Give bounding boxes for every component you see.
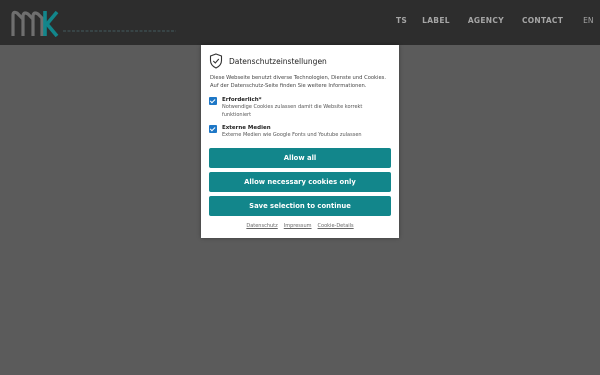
option-description: Notwendige Cookies zulassen damit die We… [222,104,363,118]
cookie-consent-dialog: Datenschutzeinstellungen Diese Webseite … [201,45,399,238]
language-label: EN [583,16,594,25]
shield-check-icon [209,53,223,69]
allow-necessary-button[interactable]: Allow necessary cookies only [209,172,391,192]
nav-item-contact[interactable]: CONTACT [522,16,563,25]
nav-item-partial[interactable]: TS [396,16,407,25]
imprint-link[interactable]: Impressum [284,223,312,229]
save-selection-button[interactable]: Save selection to continue [209,196,391,216]
option-title: Erforderlich* [222,97,262,103]
option-external-media: Externe Medien Externe Medien wie Google… [209,124,391,140]
required-checkbox[interactable] [209,97,217,105]
external-media-checkbox[interactable] [209,125,217,133]
option-description: Externe Medien wie Google Fonts und Yout… [222,132,362,138]
dialog-footer-links: Datenschutz Impressum Cookie-Details [201,223,399,229]
cookie-details-link[interactable]: Cookie-Details [318,223,354,229]
nav-item-label[interactable]: LABEL [422,16,450,25]
main-nav: TS LABEL AGENCY CONTACT EN [396,16,600,25]
option-required: Erforderlich* Notwendige Cookies zulasse… [209,96,391,119]
allow-all-button[interactable]: Allow all [209,148,391,168]
dialog-header: Datenschutzeinstellungen [209,53,327,69]
language-switcher[interactable]: EN [583,16,600,25]
site-header: TS LABEL AGENCY CONTACT EN [0,0,600,45]
logo-graphic [11,10,176,37]
nav-item-agency[interactable]: AGENCY [468,16,504,25]
option-title: Externe Medien [222,125,271,131]
site-logo[interactable] [11,9,181,37]
dialog-title: Datenschutzeinstellungen [229,56,327,66]
page-overlay: Datenschutzeinstellungen Diese Webseite … [0,45,600,375]
dialog-intro: Diese Webseite benutzt diverse Technolog… [210,75,387,89]
privacy-link[interactable]: Datenschutz [246,223,277,229]
